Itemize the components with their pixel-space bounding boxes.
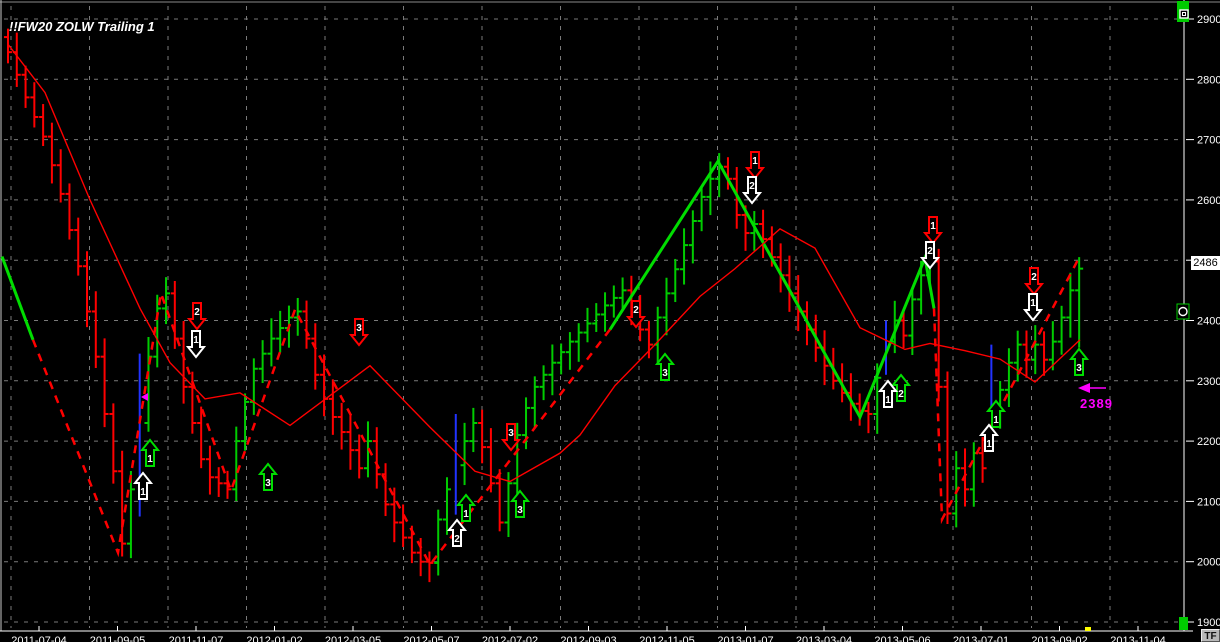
svg-text:3: 3 [356, 323, 362, 334]
svg-text:1900: 1900 [1197, 617, 1220, 629]
svg-text:2: 2 [927, 246, 933, 257]
svg-text:2012-03-05: 2012-03-05 [325, 635, 381, 642]
svg-text:1: 1 [930, 221, 936, 232]
svg-text:2011-09-05: 2011-09-05 [90, 635, 145, 642]
svg-text:2: 2 [633, 305, 639, 316]
svg-text:2012-09-03: 2012-09-03 [560, 635, 616, 642]
svg-text:2013-07-01: 2013-07-01 [953, 635, 1009, 642]
svg-text:2013-01-07: 2013-01-07 [717, 635, 773, 642]
svg-text:1: 1 [752, 156, 758, 167]
svg-text:2100: 2100 [1197, 496, 1220, 508]
svg-text:1: 1 [1030, 298, 1036, 309]
svg-text:3: 3 [265, 478, 271, 489]
bottom-marker-icon [1179, 617, 1188, 630]
svg-text:1: 1 [993, 415, 999, 426]
svg-text:2: 2 [749, 181, 755, 192]
svg-text:2200: 2200 [1197, 436, 1220, 448]
svg-text:2013-03-04: 2013-03-04 [796, 635, 852, 642]
chart-canvas[interactable]: 2111333312231212211121323892900280027002… [0, 0, 1220, 642]
current-date-tick [1085, 627, 1091, 631]
svg-text:2012-11-05: 2012-11-05 [639, 635, 694, 642]
svg-text:1: 1 [463, 509, 469, 520]
svg-text:2: 2 [1031, 272, 1037, 283]
svg-text:2011-07-04: 2011-07-04 [11, 635, 66, 642]
svg-text:2013-05-06: 2013-05-06 [874, 635, 930, 642]
chart-title: !!FW20 ZOLW Trailing 1 [9, 19, 155, 34]
svg-text:2012-05-07: 2012-05-07 [403, 635, 459, 642]
svg-text:2012-07-02: 2012-07-02 [482, 635, 538, 642]
timeframe-button[interactable]: TF [1201, 629, 1220, 642]
svg-text:1: 1 [193, 335, 199, 346]
svg-text:1: 1 [147, 454, 153, 465]
svg-text:1: 1 [986, 439, 992, 450]
svg-text:2389: 2389 [1080, 396, 1113, 411]
svg-text:2: 2 [898, 389, 904, 400]
svg-text:2800: 2800 [1197, 74, 1220, 86]
svg-text:2400: 2400 [1197, 316, 1220, 328]
svg-text:3: 3 [662, 368, 668, 379]
chart-window: 2111333312231212211121323892900280027002… [0, 0, 1220, 642]
svg-text:2000: 2000 [1197, 557, 1220, 569]
svg-text:2012-01-02: 2012-01-02 [246, 635, 302, 642]
svg-text:2300: 2300 [1197, 376, 1220, 388]
svg-text:2700: 2700 [1197, 135, 1220, 147]
svg-text:1: 1 [885, 395, 891, 406]
svg-text:2011-11-07: 2011-11-07 [169, 635, 224, 642]
svg-text:3: 3 [517, 505, 523, 516]
svg-text:3: 3 [508, 428, 514, 439]
svg-text:1: 1 [140, 487, 146, 498]
svg-text:2: 2 [194, 307, 200, 318]
svg-text:2600: 2600 [1197, 195, 1220, 207]
svg-text:2013-11-04: 2013-11-04 [1110, 635, 1165, 642]
current-price-label: 2486 [1191, 256, 1220, 270]
svg-text:2013-09-02: 2013-09-02 [1031, 635, 1087, 642]
svg-text:2: 2 [454, 534, 460, 545]
svg-text:3: 3 [1076, 363, 1082, 374]
svg-text:2900: 2900 [1197, 14, 1220, 26]
